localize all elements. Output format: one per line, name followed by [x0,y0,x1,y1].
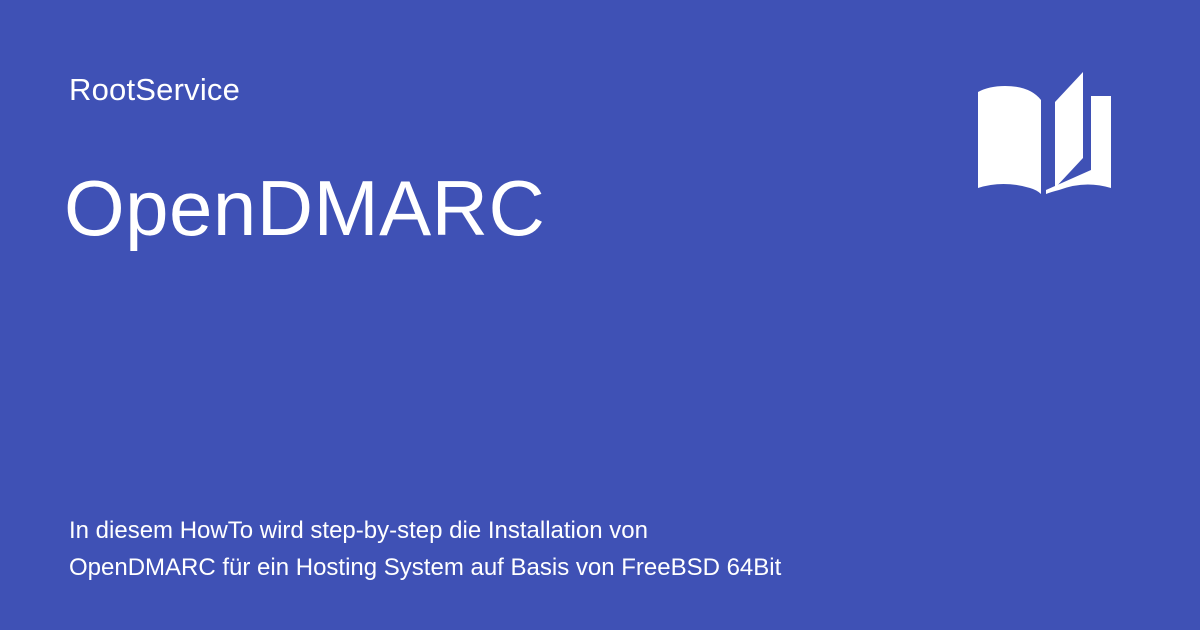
description-line: In diesem HowTo wird step-by-step die In… [69,517,648,544]
page-title: OpenDMARC [64,164,546,252]
site-name: RootService [69,72,241,107]
page-description: In diesem HowTo wird step-by-step die In… [69,512,969,586]
description-line: OpenDMARC für ein Hosting System auf Bas… [69,554,782,581]
open-book-icon [978,72,1111,194]
social-card: RootService OpenDMARC In diesem HowTo wi… [0,0,1200,630]
